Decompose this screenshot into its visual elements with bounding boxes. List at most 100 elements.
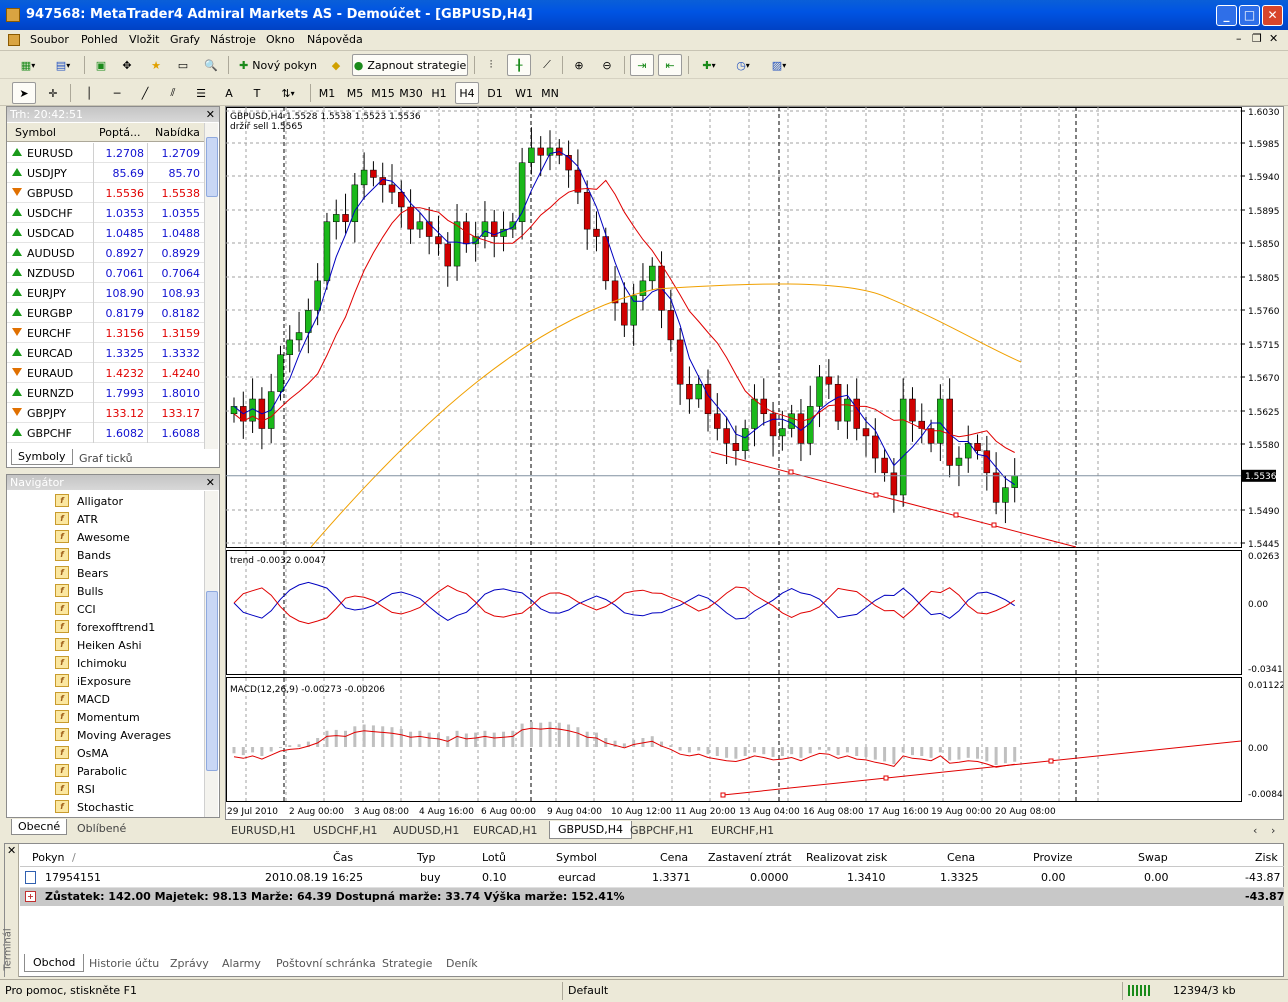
terminal-tab[interactable]: Zprávy (170, 957, 209, 970)
market-watch-row[interactable]: EURUSD 1.2708 1.2709 (7, 143, 204, 163)
market-watch-row[interactable]: EURCAD 1.3325 1.3332 (7, 343, 204, 363)
menu-grafy[interactable]: Grafy (170, 33, 200, 46)
col-swap[interactable]: Swap (1138, 851, 1168, 864)
navigator-close-icon[interactable]: ✕ (206, 475, 215, 490)
zoom-out-icon[interactable]: ⊖ (596, 54, 618, 76)
col-sl[interactable]: Zastavení ztrát (708, 851, 792, 864)
minimize-button[interactable]: _ (1216, 5, 1237, 26)
order-row[interactable]: 17954151 2010.08.19 16:25 buy 0.10 eurca… (20, 868, 1284, 888)
tab-graf-ticku[interactable]: Graf ticků (79, 452, 133, 465)
terminal-tab[interactable]: Historie účtu (89, 957, 159, 970)
market-watch-row[interactable]: NZDUSD 0.7061 0.7064 (7, 263, 204, 283)
mdi-close-icon[interactable]: ✕ (1269, 32, 1278, 45)
tabs-prev-icon[interactable]: ‹ (1253, 824, 1257, 837)
col-zisk[interactable]: Zisk (1255, 851, 1278, 864)
new-chart-icon[interactable]: ▦ ▾ (12, 54, 44, 76)
crosshair-icon[interactable]: ✛ (42, 82, 64, 104)
tf-m15[interactable]: M15 (370, 82, 396, 104)
market-watch-row[interactable]: USDCHF 1.0353 1.0355 (7, 203, 204, 223)
doc-icon[interactable] (8, 34, 20, 46)
terminal-tab[interactable]: Poštovní schránka (276, 957, 376, 970)
market-watch-row[interactable]: USDJPY 85.69 85.70 (7, 163, 204, 183)
col-provize[interactable]: Provize (1033, 851, 1073, 864)
trendline-icon[interactable]: ╱ (134, 82, 156, 104)
col-symbol[interactable]: Symbol (15, 126, 56, 139)
vertical-line-icon[interactable]: │ (78, 82, 100, 104)
market-watch-row[interactable]: GBPUSD 1.5536 1.5538 (7, 183, 204, 203)
market-watch-row[interactable]: AUDUSD 0.8927 0.8929 (7, 243, 204, 263)
chart-tab[interactable]: EURCAD,H1 (473, 824, 538, 837)
terminal-close-icon[interactable]: ✕ (7, 844, 16, 857)
chart-tab[interactable]: GBPCHF,H1 (630, 824, 694, 837)
chart-tab[interactable]: GBPUSD,H4 (549, 821, 632, 839)
autoscroll-icon[interactable]: ⇥ (630, 54, 654, 76)
col-tp[interactable]: Realizovat zisk (806, 851, 887, 864)
chart-tab[interactable]: EURCHF,H1 (711, 824, 774, 837)
tf-m1[interactable]: M1 (316, 82, 338, 104)
bar-chart-icon[interactable]: ⫶ (480, 54, 502, 76)
status-profile[interactable]: Default (568, 984, 608, 997)
close-button[interactable]: ✕ (1262, 5, 1283, 26)
price-chart[interactable]: 1.6030 1.5985 1.5940 1.5895 1.5850 1.5805 1.57… (226, 107, 1288, 819)
mdi-restore-icon[interactable]: ❐ (1252, 32, 1262, 45)
cursor-icon[interactable]: ➤ (12, 82, 36, 104)
market-watch-scrollbar[interactable] (204, 123, 218, 449)
terminal-toggle-icon[interactable]: ▭ (172, 54, 194, 76)
market-watch-row[interactable]: EURNZD 1.7993 1.8010 (7, 383, 204, 403)
menu-soubor[interactable]: Soubor (30, 33, 69, 46)
col-pokyn[interactable]: Pokyn (32, 851, 64, 864)
scrollbar-thumb[interactable] (206, 137, 218, 197)
mdi-minimize-icon[interactable]: – (1236, 32, 1242, 45)
col-lotu[interactable]: Lotů (482, 851, 506, 864)
text-label-icon[interactable]: T (246, 82, 268, 104)
menu-pohled[interactable]: Pohled (81, 33, 118, 46)
candlestick-icon[interactable]: ╂ (507, 54, 531, 76)
indicators-icon[interactable]: ✚ ▾ (694, 54, 724, 76)
new-order-button[interactable]: ✚ Nový pokyn (234, 54, 322, 76)
market-watch-row[interactable]: EURAUD 1.4232 1.4240 (7, 363, 204, 383)
zoom-in-icon[interactable]: ⊕ (568, 54, 590, 76)
market-watch-row[interactable]: GBPCHF 1.6082 1.6088 (7, 423, 204, 443)
terminal-tab[interactable]: Alarmy (222, 957, 261, 970)
arrows-icon[interactable]: ⇅ ▾ (274, 82, 302, 104)
tf-m5[interactable]: M5 (344, 82, 366, 104)
text-tool-icon[interactable]: A (218, 82, 240, 104)
templates-icon[interactable]: ▨ ▾ (764, 54, 794, 76)
menu-okno[interactable]: Okno (266, 33, 295, 46)
col-symbol[interactable]: Symbol (556, 851, 597, 864)
tab-oblibene[interactable]: Oblíbené (77, 822, 126, 835)
fibonacci-icon[interactable]: ☰ (190, 82, 212, 104)
horizontal-line-icon[interactable]: ─ (106, 82, 128, 104)
col-bid[interactable]: Poptá... (99, 126, 141, 139)
tf-m30[interactable]: M30 (398, 82, 424, 104)
menu-nastroje[interactable]: Nástroje (210, 33, 256, 46)
market-watch-row[interactable]: EURJPY 108.90 108.93 (7, 283, 204, 303)
chart-tab[interactable]: USDCHF,H1 (313, 824, 378, 837)
metaeditor-icon[interactable]: ◆ (325, 54, 347, 76)
chart-tab[interactable]: AUDUSD,H1 (393, 824, 459, 837)
terminal-tab[interactable]: Obchod (24, 954, 85, 972)
tf-d1[interactable]: D1 (484, 82, 506, 104)
menu-vlozit[interactable]: Vložit (129, 33, 159, 46)
navigator-scrollbar[interactable] (204, 491, 218, 817)
tab-obecne[interactable]: Obecné (11, 819, 68, 835)
tester-icon[interactable]: 🔍 (200, 54, 222, 76)
autotrading-button[interactable]: ● Zapnout strategie (352, 54, 468, 76)
chart-window[interactable]: 1.6030 1.5985 1.5940 1.5895 1.5850 1.5805 1.57… (225, 106, 1288, 820)
market-watch-row[interactable]: EURCHF 1.3156 1.3159 (7, 323, 204, 343)
col-cas[interactable]: Čas (333, 851, 353, 864)
tf-mn[interactable]: MN (538, 82, 562, 104)
market-watch-row[interactable]: GBPJPY 133.12 133.17 (7, 403, 204, 423)
col-typ[interactable]: Typ (417, 851, 436, 864)
tf-h4[interactable]: H4 (455, 82, 479, 104)
col-ask[interactable]: Nabídka (155, 126, 200, 139)
periods-icon[interactable]: ◷ ▾ (728, 54, 758, 76)
maximize-button[interactable]: □ (1239, 5, 1260, 26)
terminal-tab[interactable]: Strategie (382, 957, 432, 970)
terminal-tab[interactable]: Deník (446, 957, 478, 970)
tf-h1[interactable]: H1 (428, 82, 450, 104)
market-watch-row[interactable]: USDCAD 1.0485 1.0488 (7, 223, 204, 243)
favorites-icon[interactable]: ★ (144, 54, 168, 76)
chart-tab[interactable]: EURUSD,H1 (231, 824, 296, 837)
line-chart-icon[interactable]: ⟋ (536, 54, 558, 76)
